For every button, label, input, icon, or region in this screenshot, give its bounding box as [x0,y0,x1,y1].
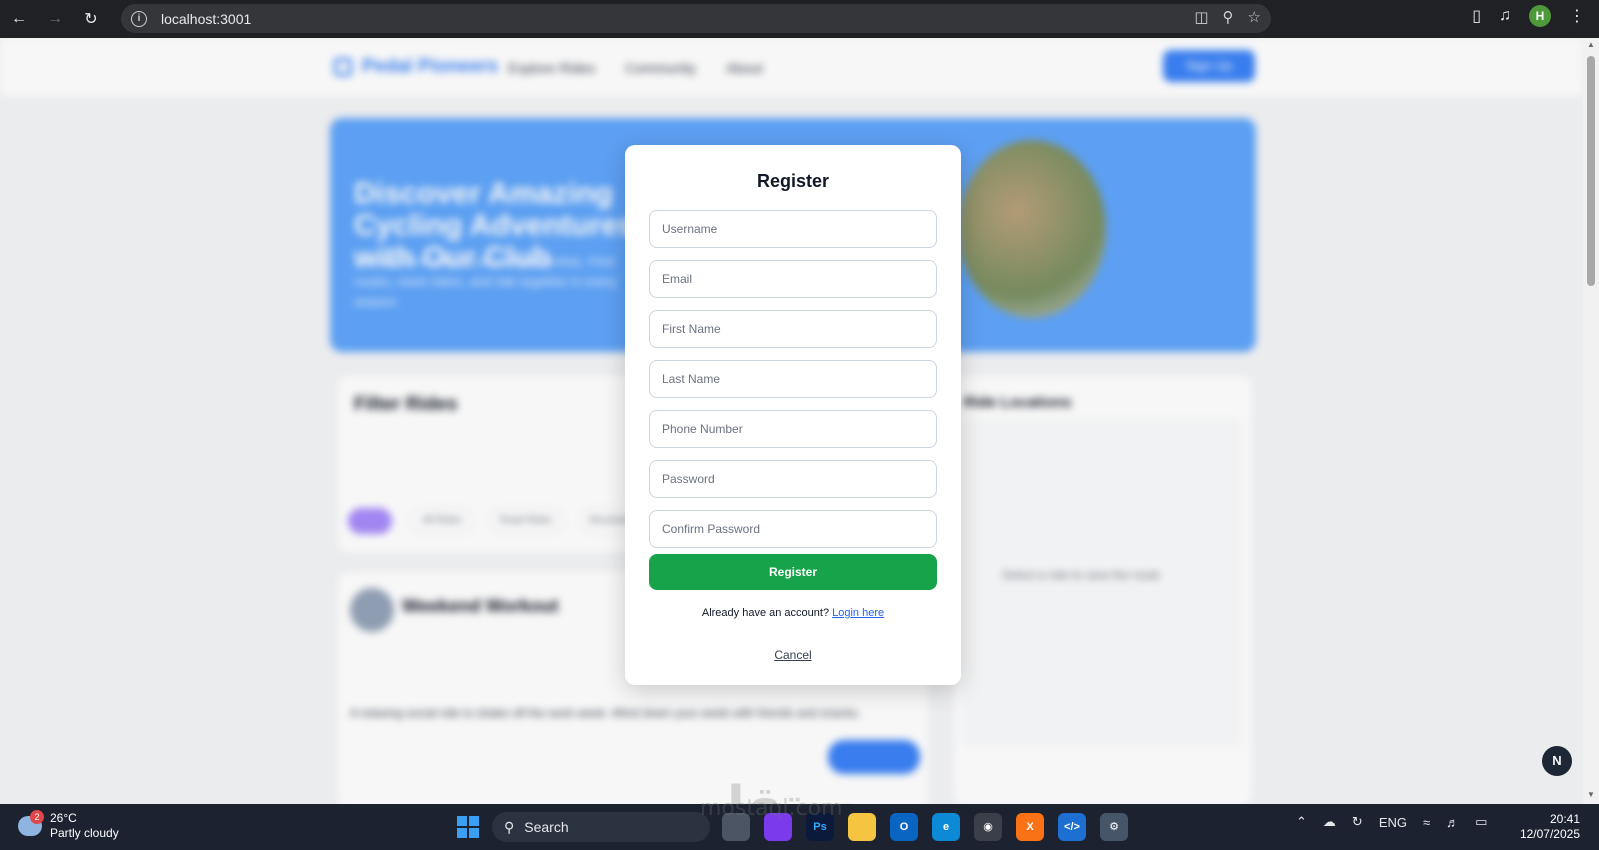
cancel-link[interactable]: Cancel [625,648,961,662]
last-name-input[interactable] [649,360,937,398]
edge-icon[interactable]: e [932,813,960,841]
register-modal: Register Register Already have an accoun… [625,145,961,685]
translate-icon[interactable]: ◫ [1194,8,1208,26]
windows-taskbar: 2 26°C Partly cloudy ⚲ Search Ps O e ◉ X… [0,796,1599,850]
weather-widget[interactable]: 2 26°C Partly cloudy [18,810,119,841]
clock-date: 12/07/2025 [1519,827,1580,841]
xampp-icon[interactable]: X [1016,813,1044,841]
chrome-icon[interactable]: ◉ [974,813,1002,841]
system-tray: ⌃ ☁ ↻ ENG ≈ ♬ ▭ [1296,814,1487,830]
login-link[interactable]: Login here [832,607,884,619]
address-bar[interactable]: i localhost:3001 ◫ ⚲ ☆ [121,4,1271,33]
search-icon: ⚲ [504,818,515,835]
taskbar-clock[interactable]: 20:41 12/07/2025 [1508,812,1580,842]
clock-time: 20:41 [1549,812,1580,826]
page-scrollbar[interactable]: ▲ ▼ [1583,38,1599,804]
reload-button[interactable]: ↻ [74,4,108,34]
modal-title: Register [756,171,830,191]
weather-temp: 26°C [50,811,77,825]
scroll-up-icon[interactable]: ▲ [1586,40,1596,50]
onedrive-icon[interactable]: ☁ [1323,814,1336,830]
site-info-icon[interactable]: i [131,10,147,27]
chevron-up-icon[interactable]: ⌃ [1296,814,1307,830]
settings-gear-icon[interactable]: ⚙ [1100,813,1128,841]
outlook-icon[interactable]: O [890,813,918,841]
cloud-icon: 2 [18,810,44,836]
phone-input[interactable] [649,410,937,448]
bookmark-star-icon[interactable]: ☆ [1248,8,1261,26]
weather-badge: 2 [30,810,44,824]
email-input[interactable] [649,260,937,298]
browser-menu-icon[interactable]: ⋮ [1569,6,1585,26]
language-indicator[interactable]: ENG [1379,815,1407,830]
first-name-input[interactable] [649,310,937,348]
wifi-icon[interactable]: ≈ [1423,815,1430,830]
zoom-icon[interactable]: ⚲ [1223,8,1234,26]
confirm-password-input[interactable] [649,510,937,548]
login-prompt-text: Already have an account? [701,607,830,619]
browser-toolbar: ← → ↻ i localhost:3001 ◫ ⚲ ☆ ▯ ♫ H ⋮ [0,0,1599,38]
profile-avatar[interactable]: H [1529,5,1551,27]
back-button[interactable]: ← [2,4,36,34]
username-input[interactable] [649,210,937,248]
battery-icon[interactable]: ▭ [1475,814,1487,830]
scrollbar-thumb[interactable] [1587,56,1595,286]
scroll-down-icon[interactable]: ▼ [1586,790,1596,800]
password-input[interactable] [649,460,937,498]
page-viewport: Pedal Pioneers Explore Rides Community A… [0,38,1583,804]
file-explorer-icon[interactable] [848,813,876,841]
extensions-icon[interactable]: ▯ [1472,6,1481,26]
taskbar-search[interactable]: ⚲ Search [492,812,710,842]
vscode-icon[interactable]: </> [1058,813,1086,841]
media-control-icon[interactable]: ♫ [1499,7,1511,25]
address-url: localhost:3001 [161,10,252,27]
search-label: Search [524,819,569,835]
forward-button[interactable]: → [38,4,72,34]
sync-icon[interactable]: ↻ [1352,814,1363,830]
weather-desc: Partly cloudy [50,826,119,840]
start-button[interactable] [457,816,479,838]
watermark-text: mostaql.com [700,796,843,821]
login-prompt: Already have an account? Login here [625,607,961,619]
register-button[interactable]: Register [649,554,937,590]
volume-icon[interactable]: ♬ [1446,815,1459,830]
